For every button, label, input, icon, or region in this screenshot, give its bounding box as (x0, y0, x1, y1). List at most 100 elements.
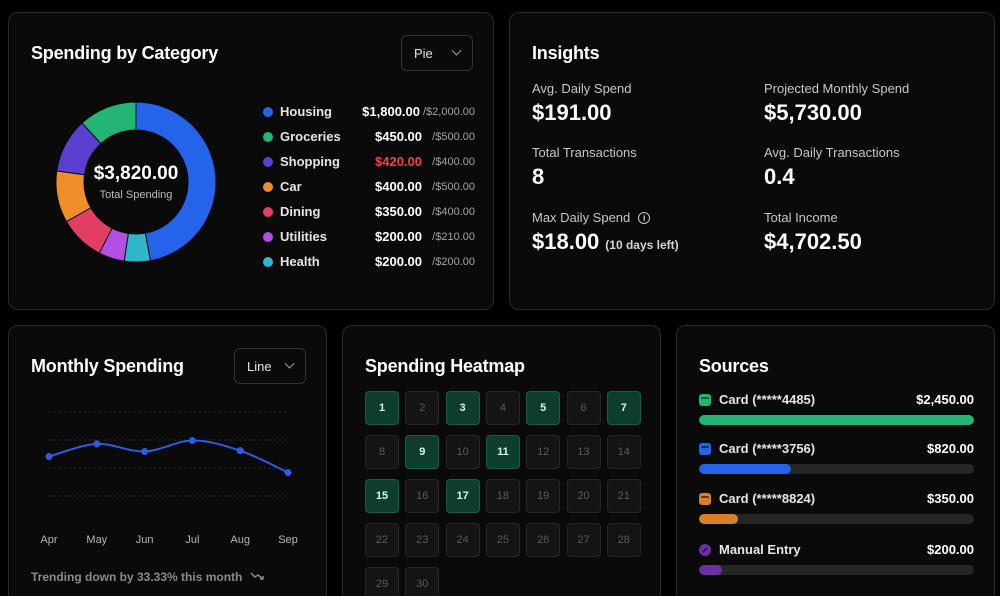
monthly-point-jun[interactable] (141, 447, 149, 455)
heatmap-day-26[interactable]: 26 (526, 523, 561, 557)
source-name: Manual Entry (699, 542, 801, 557)
legend-row-groceries[interactable]: Groceries $450.00 /$500.00 (263, 124, 475, 149)
source-item[interactable]: Card (*****8824) $350.00 (699, 491, 974, 524)
insight-projected-monthly-spend: Projected Monthly Spend $5,730.00 (764, 81, 909, 126)
source-bar-fill (699, 415, 974, 425)
legend-row-health[interactable]: Health $200.00 /$200.00 (263, 249, 475, 274)
legend-amount: $450.00 (375, 129, 422, 144)
insight-value: 8 (532, 164, 545, 189)
insight-label: Projected Monthly Spend (764, 81, 910, 96)
source-bar-track (699, 565, 974, 575)
insight-label: Avg. Daily Spend (532, 81, 632, 96)
legend-budget: /$2,000.00 (423, 105, 475, 118)
heatmap-day-24[interactable]: 24 (445, 523, 480, 557)
source-item[interactable]: Manual Entry $200.00 (699, 542, 974, 575)
insight-label: Total Transactions (532, 145, 637, 160)
source-name: Card (*****3756) (699, 441, 815, 456)
heatmap-day-19[interactable]: 19 (526, 479, 561, 513)
total-spending-value: $3,820.00 (93, 163, 179, 184)
monthly-point-aug[interactable] (236, 447, 244, 455)
heatmap-day-27[interactable]: 27 (566, 523, 601, 557)
insights-title: Insights (532, 43, 600, 63)
trend-text: Trending down by 33.33% this month (31, 570, 265, 584)
heatmap-day-10[interactable]: 10 (445, 435, 480, 469)
source-amount: $2,450.00 (916, 392, 974, 407)
legend-amount: $200.00 (375, 229, 422, 244)
heatmap-day-11[interactable]: 11 (485, 435, 520, 469)
legend-amount: $200.00 (375, 254, 422, 269)
legend-budget: /$500.00 (432, 130, 475, 143)
insight-value-text: $18.00 (532, 229, 600, 254)
heatmap-day-20[interactable]: 20 (566, 479, 601, 513)
heatmap-day-1[interactable]: 1 (365, 391, 399, 425)
total-spending-caption: Total Spending (99, 189, 173, 201)
heatmap-day-29[interactable]: 29 (365, 567, 399, 596)
heatmap-day-16[interactable]: 16 (405, 479, 440, 513)
heatmap-day-12[interactable]: 12 (526, 435, 561, 469)
insight-value: 0.4 (764, 164, 795, 189)
trending-down-icon (250, 570, 265, 584)
monthly-chart-type-select[interactable]: Line (234, 348, 306, 384)
heatmap-day-3[interactable]: 3 (445, 391, 480, 425)
heatmap-day-8[interactable]: 8 (365, 435, 399, 469)
legend-row-utilities[interactable]: Utilities $200.00 /$210.00 (263, 224, 475, 249)
insight-value: $191.00 (532, 100, 612, 125)
heatmap-day-9[interactable]: 9 (405, 435, 440, 469)
heatmap-day-15[interactable]: 15 (365, 479, 399, 513)
insight-total-transactions: Total Transactions 8 (532, 145, 637, 190)
heatmap-day-7[interactable]: 7 (606, 391, 641, 425)
insight-value: $5,730.00 (764, 100, 862, 125)
heatmap-day-17[interactable]: 17 (445, 479, 480, 513)
heatmap-day-22[interactable]: 22 (365, 523, 399, 557)
heatmap-day-30[interactable]: 30 (405, 567, 440, 596)
insight-total-income: Total Income $4,702.50 (764, 210, 862, 255)
legend-amount: $400.00 (375, 179, 422, 194)
source-item[interactable]: Card (*****3756) $820.00 (699, 441, 974, 474)
source-item[interactable]: Card (*****4485) $2,450.00 (699, 392, 974, 425)
source-bar-track (699, 514, 974, 524)
insight-label-text: Max Daily Spend (532, 210, 631, 225)
monthly-point-sep[interactable] (284, 468, 292, 476)
monthly-point-may[interactable] (93, 440, 101, 448)
chevron-down-icon (284, 358, 295, 369)
legend-row-car[interactable]: Car $400.00 /$500.00 (263, 174, 475, 199)
source-bar-track (699, 464, 974, 474)
card-icon (699, 492, 711, 505)
heatmap-day-18[interactable]: 18 (485, 479, 520, 513)
legend-dot (263, 106, 273, 117)
source-name-text: Card (*****4485) (719, 392, 816, 407)
legend-dot (263, 256, 273, 267)
heatmap-day-4[interactable]: 4 (485, 391, 520, 425)
x-tick-label: Aug (230, 534, 250, 546)
legend-budget: /$400.00 (432, 155, 475, 168)
legend-row-housing[interactable]: Housing $1,800.00/$2,000.00 (263, 99, 475, 124)
sources-card: Sources Card (*****4485) $2,450.00 Card (*… (676, 325, 995, 596)
category-chart-type-select[interactable]: Pie (401, 35, 473, 71)
spending-heatmap-card: Spending Heatmap 1 2 3 4 5 6 7 8 9 10 11 12 13 14 15 16… (342, 325, 661, 596)
source-name: Card (*****4485) (699, 392, 815, 407)
legend-name: Health (280, 254, 320, 269)
heatmap-day-5[interactable]: 5 (526, 391, 561, 425)
source-bar-track (699, 415, 974, 425)
heatmap-day-28[interactable]: 28 (606, 523, 641, 557)
heatmap-day-21[interactable]: 21 (606, 479, 641, 513)
heatmap-day-14[interactable]: 14 (606, 435, 641, 469)
heatmap-day-23[interactable]: 23 (405, 523, 440, 557)
source-bar-fill (699, 514, 739, 524)
spending-by-category-card: Spending by Category Pie $3,820.00 Total… (8, 12, 494, 310)
heatmap-day-25[interactable]: 25 (485, 523, 520, 557)
monthly-spending-card: Apr May Jun Jul Aug Sep Monthly Spending Line… (8, 325, 327, 596)
heatmap-day-13[interactable]: 13 (566, 435, 601, 469)
chevron-down-icon (451, 45, 462, 56)
category-donut-chart: $3,820.00 Total Spending (55, 101, 217, 263)
monthly-point-apr[interactable] (45, 453, 53, 461)
heatmap-day-2[interactable]: 2 (405, 391, 440, 425)
legend-row-dining[interactable]: Dining $350.00 /$400.00 (263, 199, 475, 224)
info-icon[interactable]: i (638, 211, 651, 224)
legend-name: Utilities (280, 229, 327, 244)
monthly-point-jul[interactable] (188, 437, 196, 445)
legend-dot (263, 231, 273, 242)
legend-row-shopping[interactable]: Shopping $420.00 /$400.00 (263, 149, 475, 174)
heatmap-day-6[interactable]: 6 (566, 391, 601, 425)
source-amount: $350.00 (927, 491, 974, 506)
